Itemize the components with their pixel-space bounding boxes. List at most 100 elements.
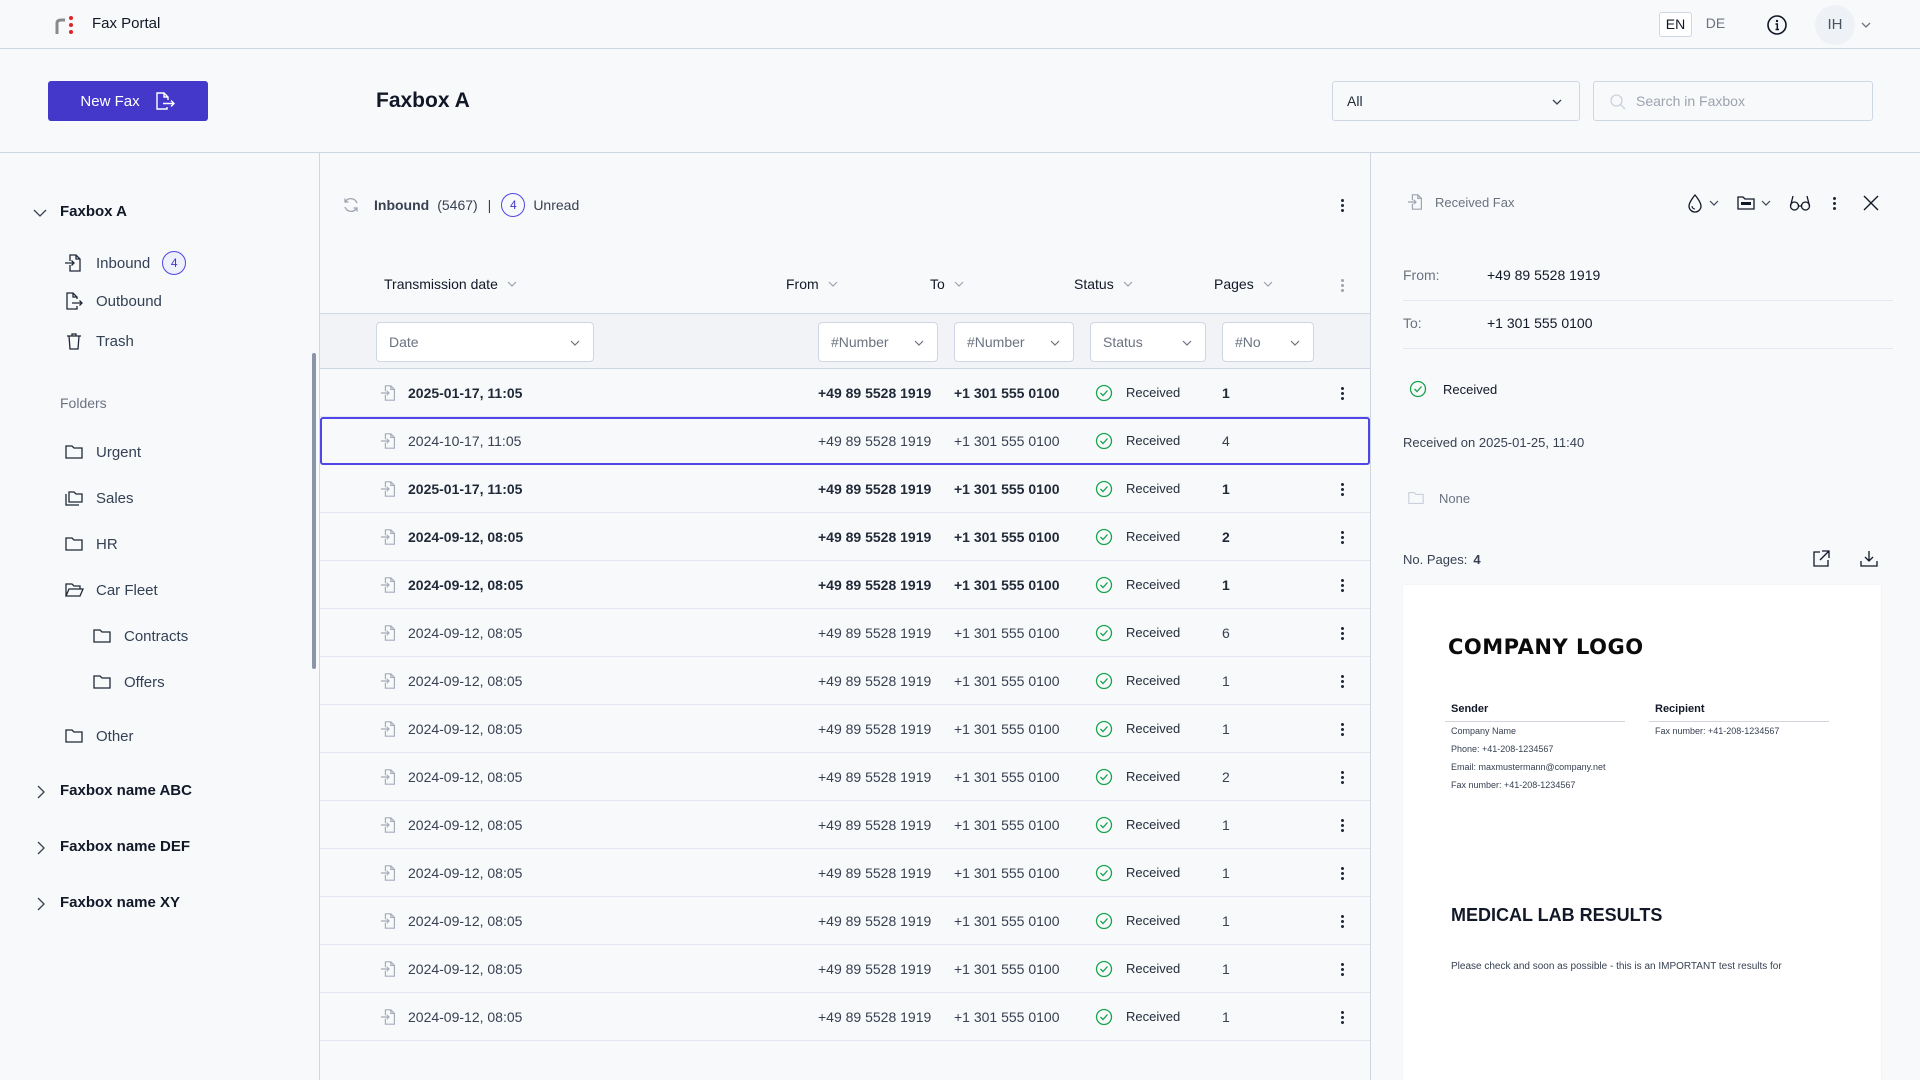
download-icon[interactable]	[1859, 549, 1879, 569]
chevron-down-icon[interactable]	[1860, 19, 1872, 31]
chevron-down-icon[interactable]	[33, 206, 47, 220]
open-external-icon[interactable]	[1811, 549, 1831, 569]
row-more-icon[interactable]	[1332, 959, 1352, 979]
fax-list-panel: Inbound (5467) | 4 Unread Transmission d…	[320, 153, 1370, 1080]
sidebar-item-trash[interactable]: Trash	[64, 331, 134, 351]
table-row[interactable]: 2024-09-12, 08:05 +49 89 5528 1919 +1 301 …	[320, 801, 1370, 849]
folder-icon	[64, 726, 84, 746]
cell-from: +49 89 5528 1919	[818, 913, 932, 929]
cell-date: 2024-09-12, 08:05	[408, 1009, 523, 1025]
column-label: Status	[1074, 276, 1114, 292]
date-filter[interactable]: Date	[376, 322, 594, 362]
sub-header: New Fax Faxbox A All	[0, 49, 1920, 153]
fax-document-icon	[380, 720, 398, 738]
sidebar-item-outbound[interactable]: Outbound	[64, 291, 162, 311]
language-en-button[interactable]: EN	[1659, 12, 1692, 37]
info-icon[interactable]	[1766, 14, 1788, 36]
row-more-icon[interactable]	[1332, 1007, 1352, 1027]
chevron-down-icon	[1551, 96, 1563, 108]
table-row[interactable]: 2024-09-12, 08:05 +49 89 5528 1919 +1 301 …	[320, 705, 1370, 753]
sidebar-item-inbound[interactable]: Inbound 4	[64, 251, 187, 275]
sidebar-faxbox-xy[interactable]: Faxbox name XY	[60, 894, 180, 911]
table-row[interactable]: 2024-09-12, 08:05 +49 89 5528 1919 +1 301 …	[320, 561, 1370, 609]
row-more-icon[interactable]	[1332, 863, 1352, 883]
cell-date: 2025-01-17, 11:05	[408, 481, 523, 497]
refresh-icon[interactable]	[342, 196, 360, 214]
close-icon[interactable]	[1861, 193, 1881, 213]
from-value: +49 89 5528 1919	[1487, 267, 1601, 283]
sender-line: Phone: +41-208-1234567	[1451, 744, 1554, 754]
type-filter-select[interactable]: All	[1332, 81, 1580, 121]
row-more-icon[interactable]	[1332, 623, 1352, 643]
sidebar-faxbox-a[interactable]: Faxbox A	[60, 203, 127, 220]
search-box[interactable]	[1593, 81, 1873, 121]
user-avatar[interactable]: IH	[1815, 5, 1855, 45]
check-circle-icon	[1095, 384, 1113, 402]
row-more-icon[interactable]	[1332, 767, 1352, 787]
column-status[interactable]: Status	[1074, 276, 1134, 292]
fax-preview[interactable]: COMPANY LOGO Sender Company Name Phone: …	[1403, 585, 1881, 1080]
table-row[interactable]: 2024-09-12, 08:05 +49 89 5528 1919 +1 301 …	[320, 513, 1370, 561]
filter-row: Date #Number #Number Status #No	[320, 313, 1370, 369]
search-input[interactable]	[1636, 82, 1866, 120]
chevron-right-icon[interactable]	[34, 785, 48, 799]
color-tag-dropdown[interactable]	[1686, 193, 1722, 213]
sidebar-scrollbar[interactable]	[312, 353, 316, 669]
folder-icon	[64, 442, 84, 462]
sidebar-folder-offers[interactable]: Offers	[92, 672, 165, 692]
column-from[interactable]: From	[786, 276, 839, 292]
chevron-down-icon	[1050, 340, 1060, 346]
status-filter[interactable]: Status	[1090, 322, 1206, 362]
table-row[interactable]: 2024-09-12, 08:05 +49 89 5528 1919 +1 301 …	[320, 897, 1370, 945]
sidebar-folder-sales[interactable]: Sales	[64, 488, 134, 508]
read-glasses-icon[interactable]	[1789, 193, 1811, 213]
language-de-button[interactable]: DE	[1699, 12, 1732, 37]
table-row[interactable]: 2024-09-12, 08:05 +49 89 5528 1919 +1 301 …	[320, 753, 1370, 801]
table-row[interactable]: 2024-09-12, 08:05 +49 89 5528 1919 +1 301 …	[320, 609, 1370, 657]
column-to[interactable]: To	[930, 276, 965, 292]
move-folder-dropdown[interactable]	[1736, 193, 1774, 213]
table-row[interactable]: 2025-01-17, 11:05 +49 89 5528 1919 +1 301 …	[320, 369, 1370, 417]
column-settings-icon[interactable]	[1332, 275, 1352, 295]
table-row[interactable]: 2025-01-17, 11:05 +49 89 5528 1919 +1 301 …	[320, 465, 1370, 513]
row-more-icon[interactable]	[1332, 527, 1352, 547]
preview-sender-block: Sender Company Name Phone: +41-208-12345…	[1445, 703, 1625, 794]
column-pages[interactable]: Pages	[1214, 276, 1274, 292]
new-fax-button[interactable]: New Fax	[48, 81, 208, 121]
sidebar-folder-contracts[interactable]: Contracts	[92, 626, 188, 646]
fax-table-body: 2025-01-17, 11:05 +49 89 5528 1919 +1 301 …	[320, 369, 1370, 1041]
column-transmission-date[interactable]: Transmission date	[384, 276, 518, 292]
fax-document-icon	[380, 480, 398, 498]
chevron-right-icon[interactable]	[34, 897, 48, 911]
detail-folder[interactable]: None	[1407, 489, 1470, 507]
detail-more-icon[interactable]	[1824, 193, 1844, 213]
table-row[interactable]: 2024-09-12, 08:05 +49 89 5528 1919 +1 301 …	[320, 945, 1370, 993]
table-row[interactable]: 2024-09-12, 08:05 +49 89 5528 1919 +1 301 …	[320, 993, 1370, 1041]
row-more-icon[interactable]	[1332, 575, 1352, 595]
table-row[interactable]: 2024-10-17, 11:05 +49 89 5528 1919 +1 301 …	[320, 417, 1370, 465]
sidebar-faxbox-abc[interactable]: Faxbox name ABC	[60, 782, 192, 799]
top-bar: Fax Portal EN DE IH	[0, 0, 1920, 49]
row-more-icon[interactable]	[1332, 383, 1352, 403]
row-more-icon[interactable]	[1332, 815, 1352, 835]
unread-label[interactable]: Unread	[533, 197, 579, 213]
row-more-icon[interactable]	[1332, 479, 1352, 499]
from-filter[interactable]: #Number	[818, 322, 938, 362]
table-row[interactable]: 2024-09-12, 08:05 +49 89 5528 1919 +1 301 …	[320, 657, 1370, 705]
row-more-icon[interactable]	[1332, 671, 1352, 691]
sidebar-folder-other[interactable]: Other	[64, 726, 134, 746]
cell-pages: 1	[1222, 961, 1230, 977]
chevron-right-icon[interactable]	[34, 841, 48, 855]
sidebar-folder-car-fleet[interactable]: Car Fleet	[64, 580, 158, 600]
row-more-icon[interactable]	[1332, 719, 1352, 739]
row-more-icon[interactable]	[1332, 911, 1352, 931]
sidebar-folder-urgent[interactable]: Urgent	[64, 442, 141, 462]
to-filter[interactable]: #Number	[954, 322, 1074, 362]
sidebar-faxbox-def[interactable]: Faxbox name DEF	[60, 838, 190, 855]
check-circle-icon	[1095, 864, 1113, 882]
list-more-icon[interactable]	[1332, 195, 1352, 215]
sidebar-folder-hr[interactable]: HR	[64, 534, 118, 554]
cell-from: +49 89 5528 1919	[818, 769, 932, 785]
pages-filter[interactable]: #No	[1222, 322, 1314, 362]
table-row[interactable]: 2024-09-12, 08:05 +49 89 5528 1919 +1 301 …	[320, 849, 1370, 897]
